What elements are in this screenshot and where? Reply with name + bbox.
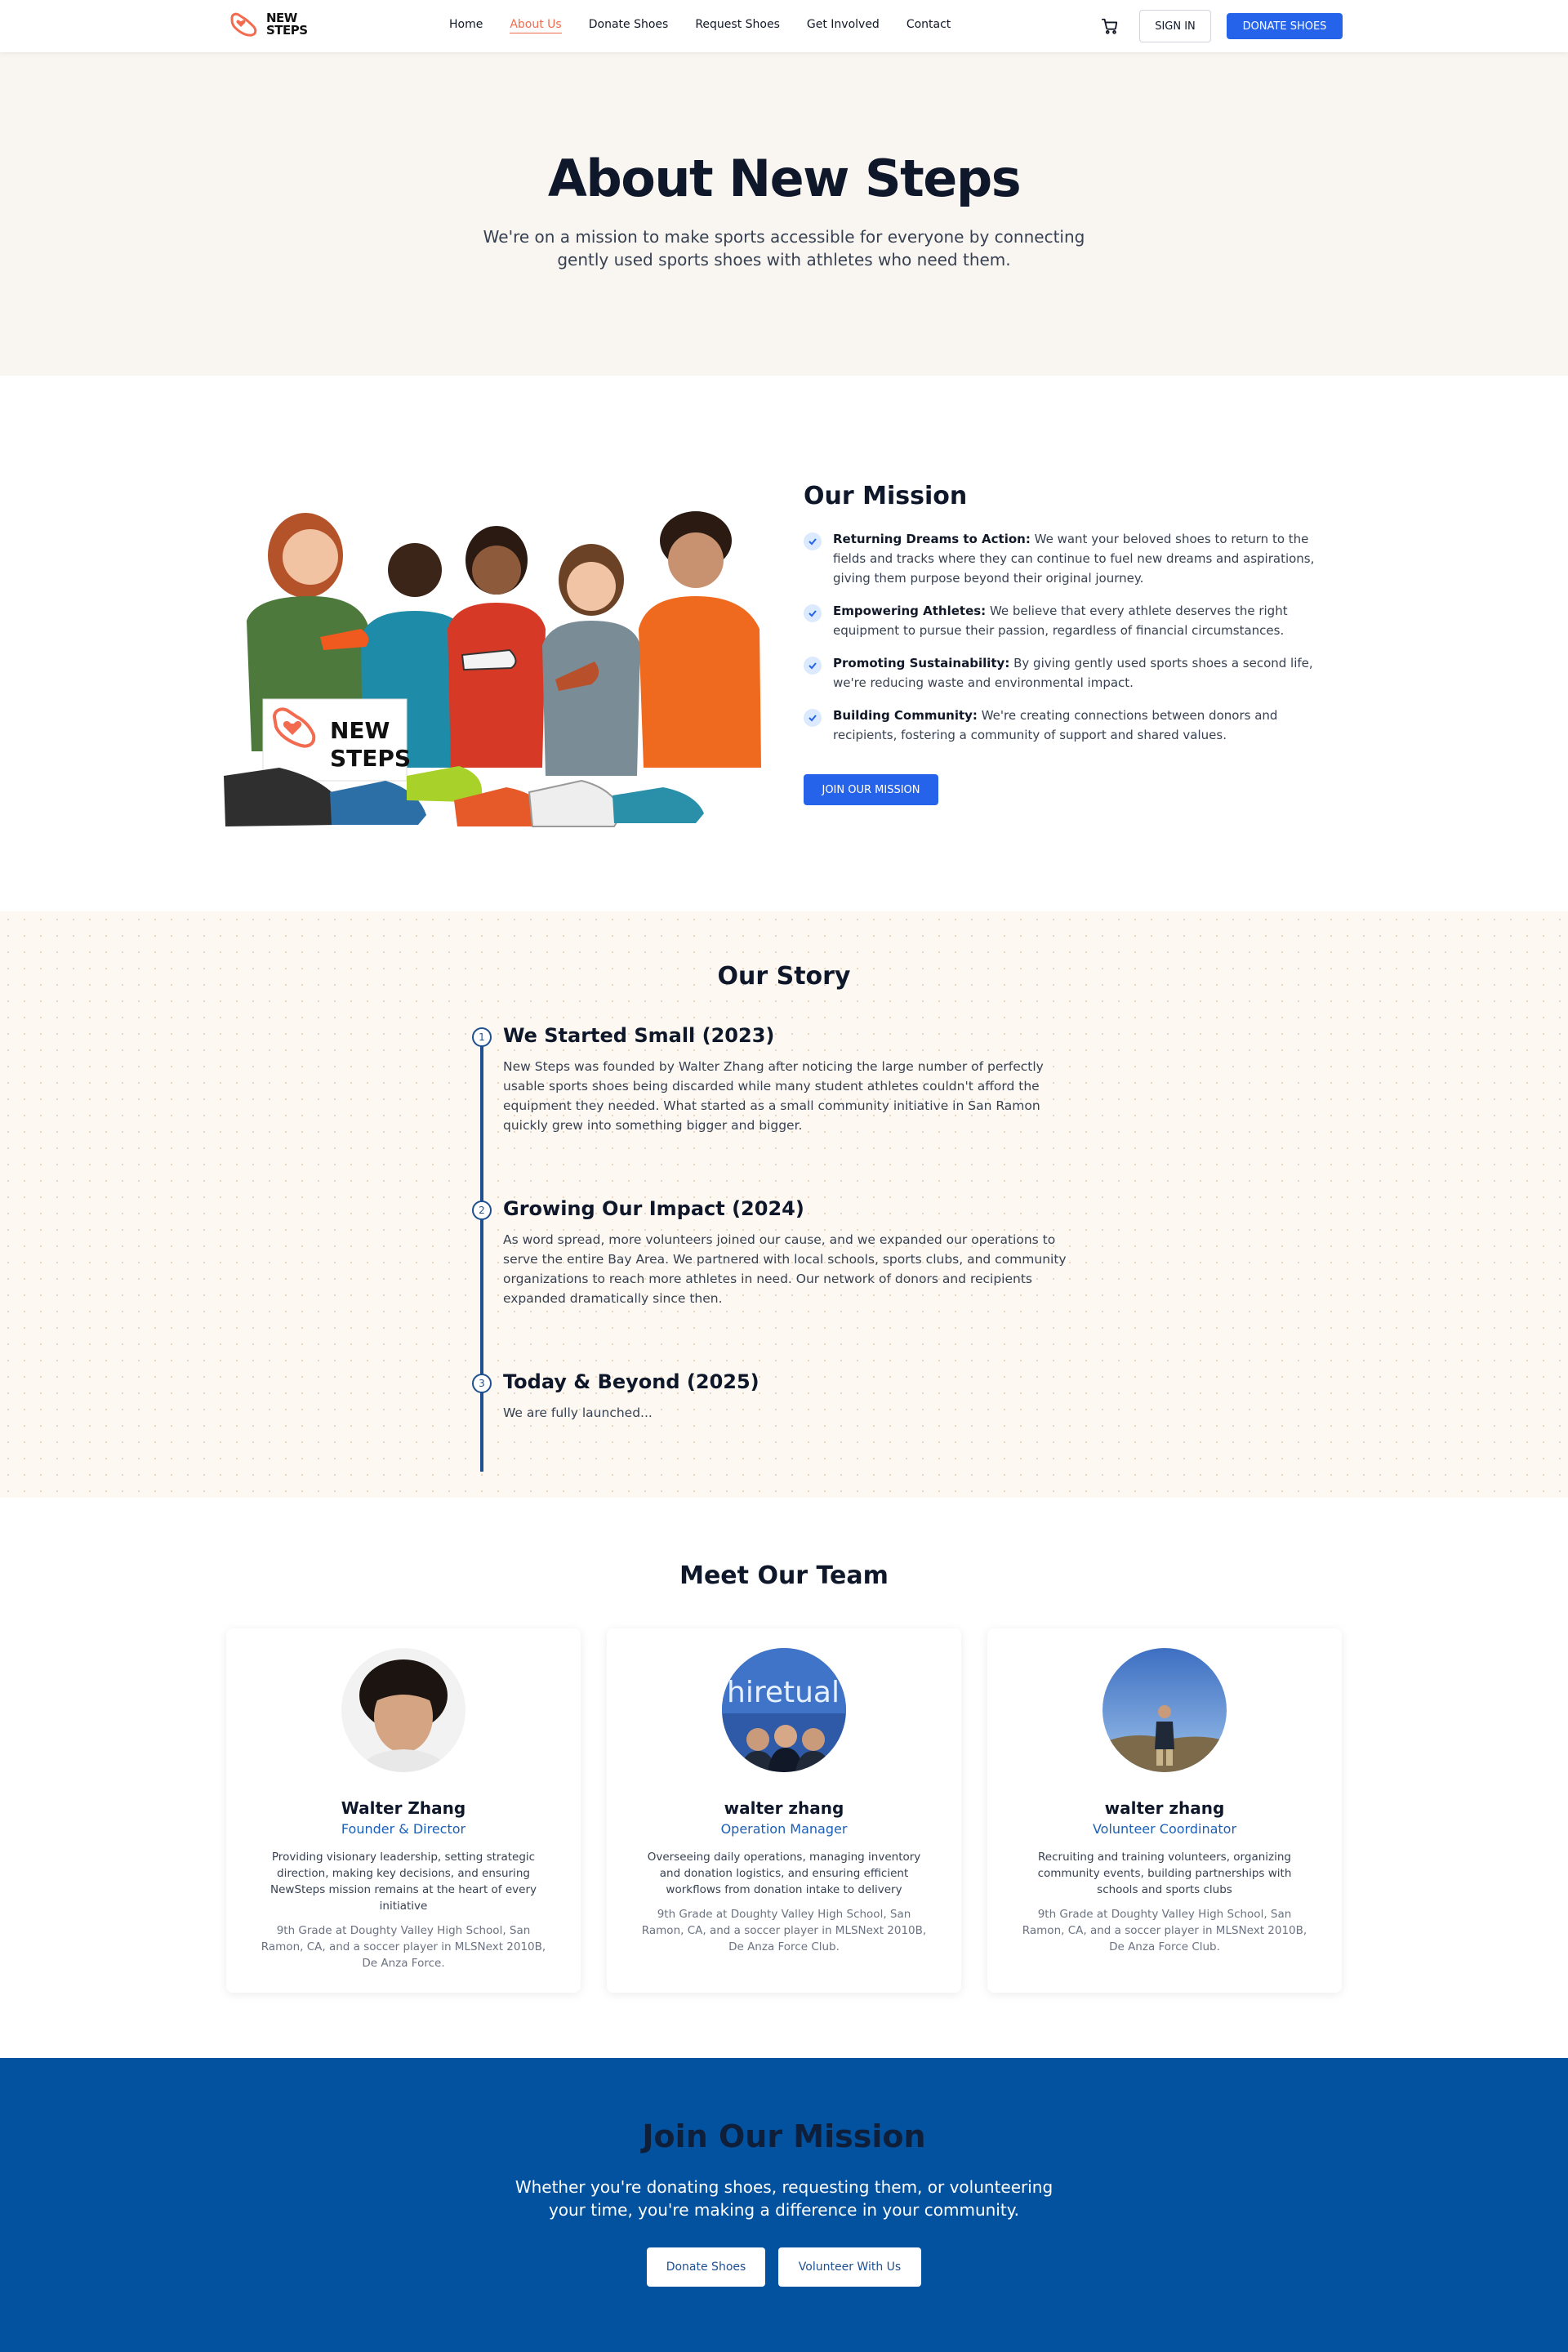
member-description: Providing visionary leadership, setting … xyxy=(270,1851,537,1913)
kid-5 xyxy=(639,511,761,768)
nav-links: Home About Us Donate Shoes Request Shoes… xyxy=(449,18,951,33)
timeline-number: 1 xyxy=(472,1027,492,1047)
mission-list: Returning Dreams to Action: We want your… xyxy=(804,529,1326,758)
mission-item: Returning Dreams to Action: We want your… xyxy=(804,529,1326,588)
timeline-body: New Steps was founded by Walter Zhang af… xyxy=(503,1059,1044,1133)
mission-item-label: Returning Dreams to Action: xyxy=(833,532,1031,546)
photo-wall-text: hiretual xyxy=(727,1676,840,1709)
nav-link-contact[interactable]: Contact xyxy=(906,18,951,33)
shoe-heart-logo-icon xyxy=(230,12,257,37)
timeline-body: We are fully launched... xyxy=(503,1405,653,1420)
hero-section: About New Steps We're on a mission to ma… xyxy=(0,52,1568,376)
member-role: Volunteer Coordinator xyxy=(1092,1821,1237,1837)
kid-4 xyxy=(542,544,640,776)
member-name: Walter Zhang xyxy=(341,1798,466,1818)
timeline-line xyxy=(480,1039,483,1472)
mission-item-label: Promoting Sustainability: xyxy=(833,656,1010,670)
new-steps-sign: NEW STEPS xyxy=(262,698,411,782)
page: NEW STEPS Home About Us Donate Shoes Req… xyxy=(0,0,1568,2352)
check-icon xyxy=(804,604,822,622)
team-title: Meet Our Team xyxy=(679,1561,889,1590)
member-role: Founder & Director xyxy=(341,1821,466,1837)
cta-donate-shoes-button[interactable]: Donate Shoes xyxy=(647,2247,765,2287)
check-icon xyxy=(804,709,822,727)
mission-item-label: Empowering Athletes: xyxy=(833,604,987,618)
sign-in-button[interactable]: SIGN IN xyxy=(1139,10,1211,42)
nav-link-home[interactable]: Home xyxy=(449,18,483,33)
logo-text-line2: STEPS xyxy=(266,23,308,38)
check-icon xyxy=(804,532,822,550)
cta-text: Whether you're donating shoes, requestin… xyxy=(514,2177,1054,2220)
member-name: walter zhang xyxy=(724,1798,844,1818)
timeline-number: 3 xyxy=(472,1374,492,1393)
team-card: walter zhang Volunteer Coordinator Recru… xyxy=(987,1628,1342,1993)
donate-shoes-button[interactable]: DONATE SHOES xyxy=(1227,13,1343,39)
team-card: Walter Zhang Founder & Director Providin… xyxy=(226,1628,581,1993)
team-card: hiretual walter zhang Operation Manager … xyxy=(607,1628,961,1993)
page-title: About New Steps xyxy=(547,149,1022,208)
cart-icon[interactable] xyxy=(1101,17,1119,38)
our-story-section: Our Story 1 We Started Small (2023) New … xyxy=(0,911,1568,1498)
mission-photo: NEW STEPS xyxy=(222,506,766,841)
nav-link-about[interactable]: About Us xyxy=(510,18,562,33)
check-icon xyxy=(804,657,822,675)
mission-item: Promoting Sustainability: By giving gent… xyxy=(804,653,1326,693)
mission-item: Empowering Athletes: We believe that eve… xyxy=(804,601,1326,640)
hero-subtitle: We're on a mission to make sports access… xyxy=(483,227,1085,270)
member-description: Recruiting and training volunteers, orga… xyxy=(1037,1851,1292,1896)
cta-section: Join Our Mission Whether you're donating… xyxy=(0,2058,1568,2352)
mission-title: Our Mission xyxy=(804,482,968,510)
timeline-number: 2 xyxy=(472,1200,492,1220)
top-navbar: NEW STEPS Home About Us Donate Shoes Req… xyxy=(0,0,1568,52)
timeline-body: As word spread, more volunteers joined o… xyxy=(503,1232,1067,1306)
logo[interactable]: NEW STEPS xyxy=(229,10,308,39)
nav-link-donate-shoes[interactable]: Donate Shoes xyxy=(589,18,669,33)
join-our-mission-button[interactable]: JOIN OUR MISSION xyxy=(804,774,938,805)
cta-title: Join Our Mission xyxy=(642,2118,926,2154)
member-bio: 9th Grade at Doughty Valley High School,… xyxy=(261,1924,546,1970)
avatar xyxy=(341,1648,466,1772)
story-title: Our Story xyxy=(717,962,851,991)
nav-link-get-involved[interactable]: Get Involved xyxy=(807,18,880,33)
sign-text-line2: STEPS xyxy=(330,745,411,772)
nav-link-request-shoes[interactable]: Request Shoes xyxy=(695,18,780,33)
kid-3 xyxy=(448,526,546,768)
member-description: Overseeing daily operations, managing in… xyxy=(647,1851,921,1896)
member-name: walter zhang xyxy=(1104,1798,1225,1818)
sign-text-line1: NEW xyxy=(330,717,390,744)
timeline-title: We Started Small (2023) xyxy=(503,1024,775,1047)
cta-volunteer-button[interactable]: Volunteer With Us xyxy=(778,2247,921,2287)
timeline-title: Growing Our Impact (2024) xyxy=(503,1197,804,1220)
member-role: Operation Manager xyxy=(720,1821,848,1837)
avatar: hiretual xyxy=(722,1648,846,1772)
member-bio: 9th Grade at Doughty Valley High School,… xyxy=(1022,1908,1307,1953)
avatar xyxy=(1102,1648,1227,1772)
mission-item: Building Community: We're creating conne… xyxy=(804,706,1326,745)
timeline-title: Today & Beyond (2025) xyxy=(503,1370,760,1393)
mission-item-label: Building Community: xyxy=(833,708,978,723)
member-bio: 9th Grade at Doughty Valley High School,… xyxy=(641,1908,927,1953)
